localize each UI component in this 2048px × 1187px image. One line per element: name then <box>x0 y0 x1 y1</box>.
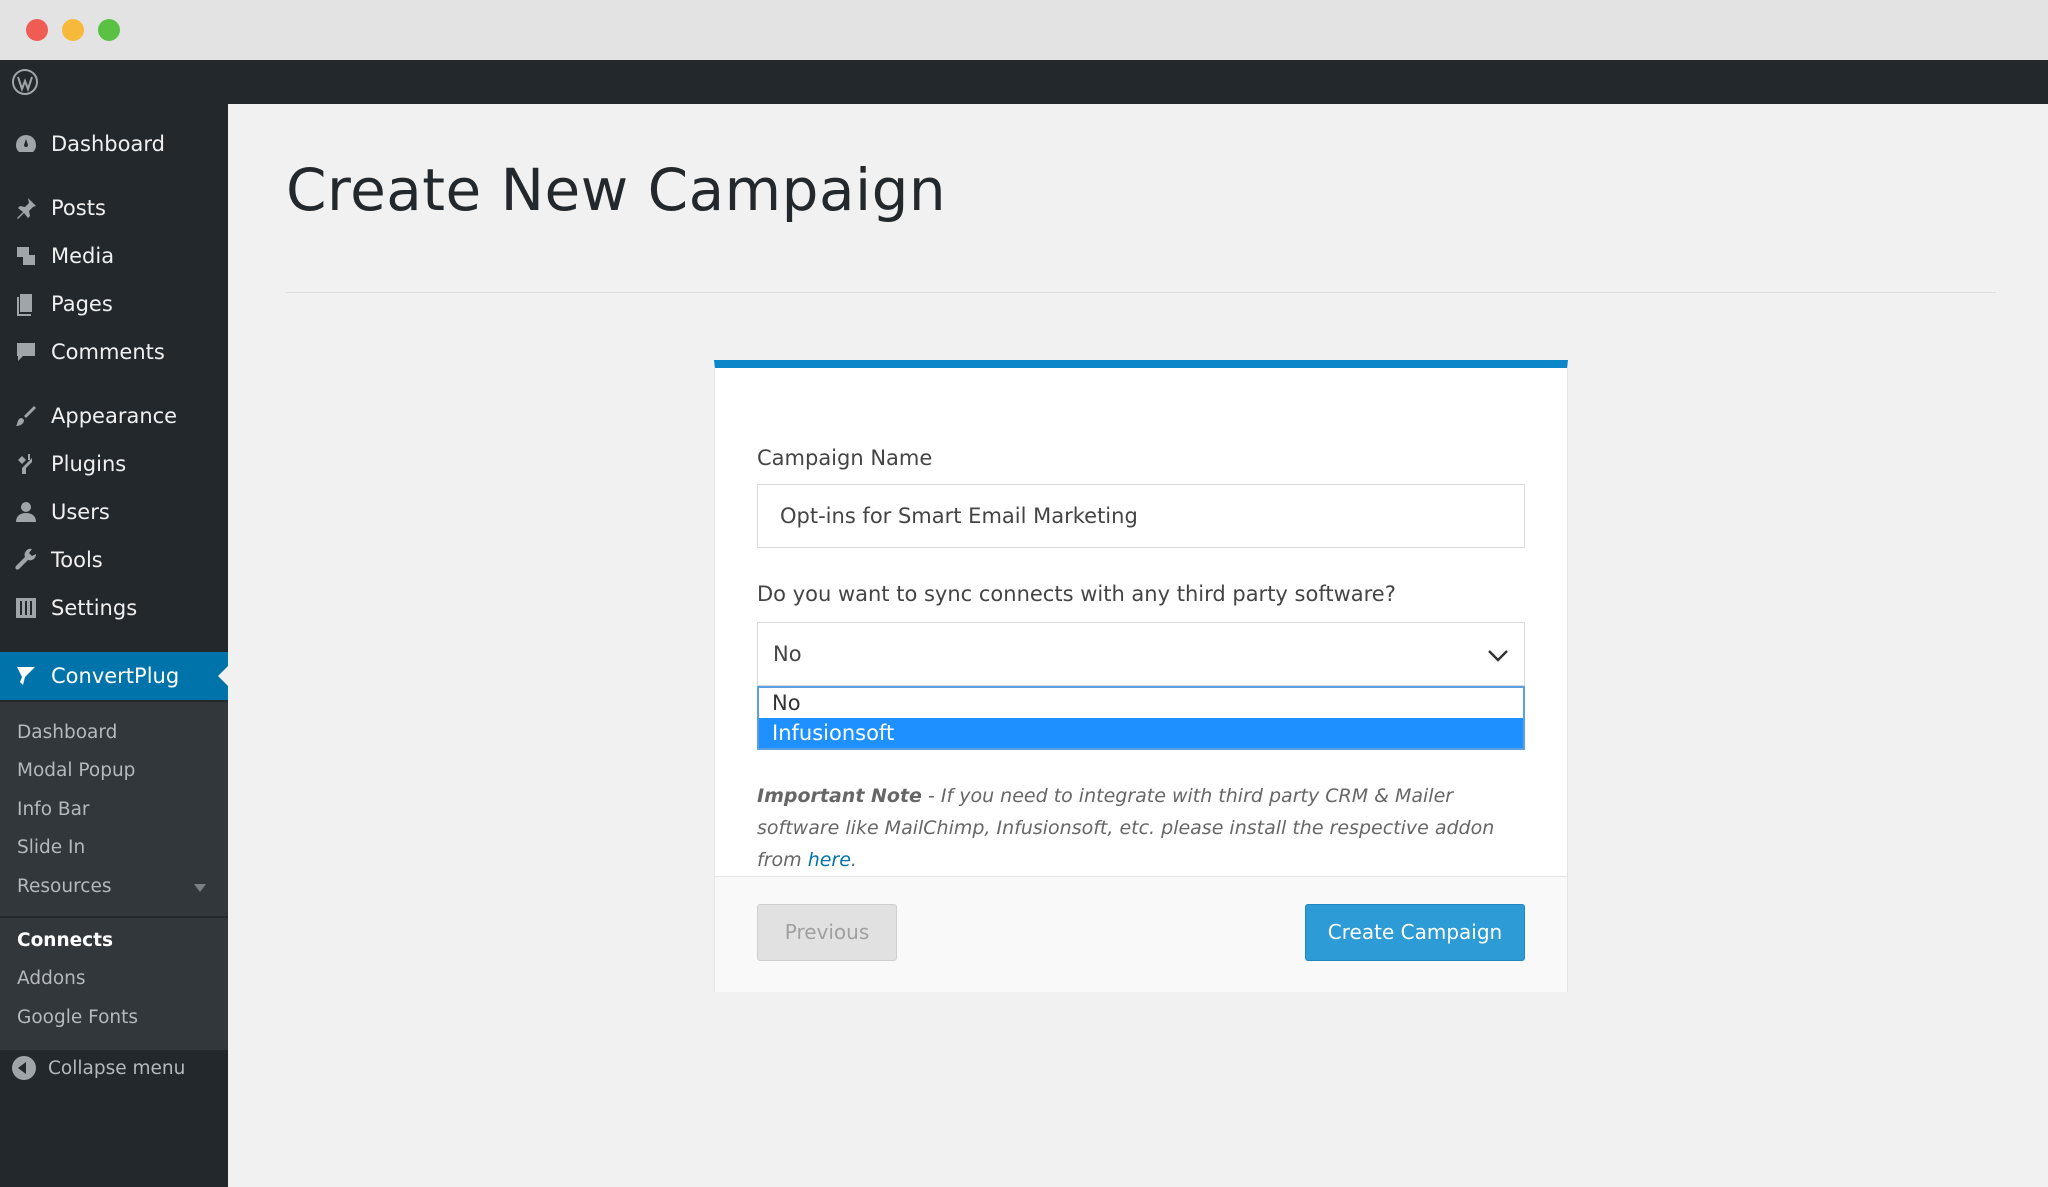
submenu-item-resources[interactable]: Resources <box>17 876 111 897</box>
sidebar-item-label: Appearance <box>51 404 178 428</box>
chevron-down-icon <box>1488 650 1508 662</box>
brush-icon <box>0 404 51 428</box>
sidebar-item-comments[interactable]: Comments <box>0 328 228 376</box>
option-infusionsoft[interactable]: Infusionsoft <box>759 718 1523 748</box>
page-title: Create New Campaign <box>286 156 947 224</box>
important-note: Important Note - If you need to integrat… <box>757 780 1537 876</box>
addon-link[interactable]: here <box>808 849 851 871</box>
sync-select[interactable]: No <box>757 622 1525 686</box>
form-footer: Previous Create Campaign <box>715 876 1567 992</box>
submenu-item-info-bar[interactable]: Info Bar <box>17 799 90 820</box>
create-campaign-button[interactable]: Create Campaign <box>1305 904 1525 961</box>
sidebar-item-label: Comments <box>51 340 165 364</box>
collapse-menu-button[interactable]: Collapse menu <box>12 1056 185 1080</box>
comment-icon <box>0 340 51 364</box>
sidebar-item-tools[interactable]: Tools <box>0 536 228 584</box>
admin-sidebar: Dashboard Posts Media Pages Comments App… <box>0 104 228 1187</box>
admin-bar <box>0 60 2048 104</box>
sidebar-item-label: Plugins <box>51 452 127 476</box>
convertplug-submenu: Dashboard Modal Popup Info Bar Slide In … <box>0 702 228 1050</box>
previous-button[interactable]: Previous <box>757 904 897 961</box>
note-heading: Important Note <box>757 785 922 807</box>
sidebar-item-dashboard[interactable]: Dashboard <box>0 120 228 168</box>
sync-question-label: Do you want to sync connects with any th… <box>757 582 1396 606</box>
plug-icon <box>0 452 51 476</box>
sidebar-item-plugins[interactable]: Plugins <box>0 440 228 488</box>
title-divider <box>286 292 1996 293</box>
sidebar-item-label: Pages <box>51 292 113 316</box>
campaign-name-input[interactable]: Opt-ins for Smart Email Marketing <box>757 484 1525 548</box>
note-end: . <box>850 849 857 871</box>
pin-icon <box>0 196 51 220</box>
minimize-window-button[interactable] <box>62 19 84 41</box>
sidebar-item-label: Settings <box>51 596 138 620</box>
dashboard-icon <box>0 132 51 156</box>
sync-dropdown-list: No Infusionsoft <box>757 686 1525 750</box>
sidebar-item-label: Media <box>51 244 115 268</box>
main-content: Create New Campaign Campaign Name Opt-in… <box>228 104 2048 1187</box>
campaign-name-label: Campaign Name <box>757 446 933 470</box>
sidebar-item-settings[interactable]: Settings <box>0 584 228 632</box>
option-no[interactable]: No <box>759 688 1523 718</box>
sidebar-item-users[interactable]: Users <box>0 488 228 536</box>
media-icon <box>0 244 51 268</box>
settings-icon <box>0 596 51 620</box>
sidebar-item-label: Posts <box>51 196 106 220</box>
submenu-item-connects[interactable]: Connects <box>17 930 113 951</box>
submenu-divider <box>0 916 228 918</box>
sidebar-item-label: ConvertPlug <box>51 664 180 688</box>
sync-select-value: No <box>773 642 802 666</box>
sidebar-item-convertplug[interactable]: ConvertPlug <box>0 652 228 700</box>
collapse-menu-label: Collapse menu <box>48 1057 186 1079</box>
user-icon <box>0 500 51 524</box>
submenu-item-google-fonts[interactable]: Google Fonts <box>17 1007 138 1028</box>
maximize-window-button[interactable] <box>98 19 120 41</box>
wrench-icon <box>0 548 51 572</box>
sidebar-item-appearance[interactable]: Appearance <box>0 392 228 440</box>
sidebar-item-label: Users <box>51 500 110 524</box>
window-titlebar <box>0 0 2048 60</box>
pages-icon <box>0 292 51 316</box>
wordpress-logo-icon[interactable] <box>10 67 40 97</box>
collapse-arrow-icon <box>12 1056 36 1080</box>
convertplug-icon <box>0 664 51 688</box>
campaign-form-card: Campaign Name Opt-ins for Smart Email Ma… <box>714 360 1568 992</box>
submenu-item-modal-popup[interactable]: Modal Popup <box>17 760 135 781</box>
submenu-item-slide-in[interactable]: Slide In <box>17 837 85 858</box>
sidebar-item-posts[interactable]: Posts <box>0 184 228 232</box>
close-window-button[interactable] <box>26 19 48 41</box>
sidebar-item-media[interactable]: Media <box>0 232 228 280</box>
sidebar-item-label: Dashboard <box>51 132 165 156</box>
sidebar-item-pages[interactable]: Pages <box>0 280 228 328</box>
resources-dropdown-icon[interactable] <box>194 884 206 892</box>
active-indicator <box>218 666 228 686</box>
submenu-item-addons[interactable]: Addons <box>17 968 86 989</box>
submenu-item-dashboard[interactable]: Dashboard <box>17 722 117 743</box>
sidebar-item-label: Tools <box>51 548 103 572</box>
